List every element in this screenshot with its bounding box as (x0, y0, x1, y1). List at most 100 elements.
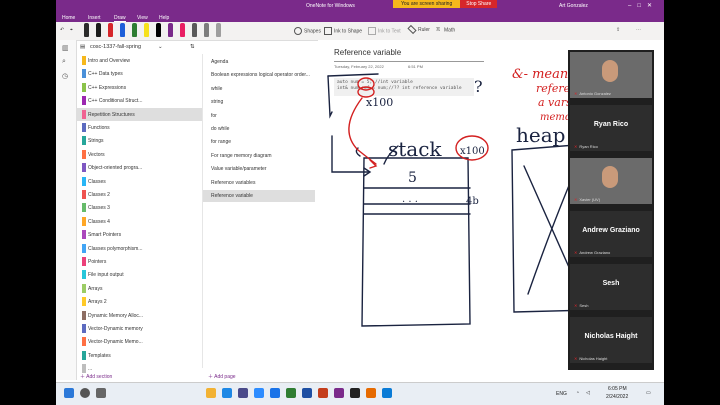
section-item[interactable]: Strings (76, 134, 202, 147)
file-explorer-icon[interactable] (206, 388, 216, 398)
zoom-icon[interactable] (254, 388, 264, 398)
page-item[interactable]: Agenda (211, 59, 228, 65)
section-item[interactable]: C++ Data types (76, 67, 202, 80)
undo-icon[interactable]: ↶ (60, 27, 64, 33)
participant-tile[interactable]: Xavier (UV) (570, 158, 652, 204)
pen-tool[interactable] (180, 23, 185, 37)
section-item[interactable]: C++ Expressions (76, 81, 202, 94)
section-item[interactable]: Vectors (76, 148, 202, 161)
search-icon[interactable]: ⌕ (62, 58, 70, 66)
ruler-button[interactable]: Ruler (407, 25, 430, 35)
clock-time[interactable]: 6:05 PM (608, 386, 627, 392)
pen-tool[interactable] (144, 23, 149, 37)
section-item[interactable]: Functions (76, 121, 202, 134)
menu-help[interactable]: Help (159, 15, 169, 21)
participant-tile[interactable]: Antonio Gonzalez (570, 52, 652, 98)
pen-tool[interactable] (168, 23, 173, 37)
menu-home[interactable]: Home (62, 15, 75, 21)
participant-tile[interactable]: Ryan Rico Ryan Rico (570, 105, 652, 151)
participant-tile[interactable]: Sesh Sesh (570, 264, 652, 310)
app-icon[interactable] (366, 388, 376, 398)
page-item[interactable]: For range memory diagram (211, 153, 272, 159)
section-item[interactable]: Classes (76, 175, 202, 188)
pen-tool[interactable] (84, 23, 89, 37)
start-icon[interactable] (64, 388, 74, 398)
pen-tool[interactable] (156, 23, 161, 37)
section-item[interactable]: Arrays (76, 282, 202, 295)
page-item[interactable]: Boolean expressions logical operator ord… (211, 72, 310, 78)
pen-tool[interactable] (120, 23, 125, 37)
more-icon[interactable]: ⋯ (636, 27, 641, 33)
clock-date[interactable]: 2/24/2022 (606, 394, 628, 400)
section-item[interactable]: Classes polymorphism... (76, 242, 202, 255)
menu-insert[interactable]: Insert (88, 15, 101, 21)
edge-icon[interactable] (222, 388, 232, 398)
excel-icon[interactable] (286, 388, 296, 398)
language-indicator[interactable]: ENG (556, 391, 567, 397)
pen-tool[interactable] (96, 23, 101, 37)
vscode-icon[interactable] (382, 388, 392, 398)
sort-icon[interactable]: ⇅ (190, 44, 195, 50)
section-item[interactable]: Classes 3 (76, 201, 202, 214)
teams-icon[interactable] (238, 388, 248, 398)
notebooks-icon[interactable]: ▥ (62, 44, 70, 52)
window-title: OneNote for Windows (306, 3, 355, 9)
participant-tile[interactable]: Nicholas Haight Nicholas Haight (570, 317, 652, 363)
section-item[interactable]: Smart Pointers (76, 228, 202, 241)
lasso-icon[interactable]: ⌖ (70, 27, 73, 33)
pen-tool[interactable] (108, 23, 113, 37)
wifi-icon[interactable]: ◔ (576, 390, 579, 396)
ink-to-text-button[interactable]: Ink to Text (368, 27, 401, 35)
section-item[interactable]: Pointers (76, 255, 202, 268)
add-section-button[interactable]: ＋ Add section (80, 373, 112, 380)
section-item[interactable]: Arrays 2 (76, 295, 202, 308)
page-item[interactable]: while (211, 86, 222, 92)
terminal-icon[interactable] (350, 388, 360, 398)
word-icon[interactable] (302, 388, 312, 398)
chrome-icon[interactable] (270, 388, 280, 398)
section-item[interactable]: Repetition Structures (76, 107, 202, 121)
section-item[interactable]: Dynamic Memory Alloc... (76, 309, 202, 322)
section-item[interactable]: Templates (76, 349, 202, 362)
section-item[interactable]: C++ Conditional Struct... (76, 94, 202, 107)
stop-share-button[interactable]: Stop Share (460, 0, 498, 8)
section-item[interactable]: Classes 4 (76, 215, 202, 228)
share-icon[interactable]: ⇪ (616, 27, 620, 33)
pen-tool[interactable] (192, 23, 197, 37)
onenote-icon[interactable] (334, 388, 344, 398)
page-item[interactable]: do while (211, 126, 229, 132)
add-page-button[interactable]: ＋ Add page (208, 373, 236, 380)
menu-draw[interactable]: Draw (114, 15, 126, 22)
recent-icon[interactable]: ◷ (62, 72, 70, 80)
section-item[interactable]: Intro and Overview (76, 54, 202, 67)
pen-tool[interactable] (216, 23, 221, 37)
section-item[interactable]: File input output (76, 268, 202, 281)
notification-icon[interactable]: ▭ (646, 390, 651, 396)
pen-tool[interactable] (204, 23, 209, 37)
participant-tile[interactable]: Andrew Graziano Andrew Graziano (570, 211, 652, 257)
page-item[interactable]: Reference variable (203, 190, 315, 202)
page-item[interactable]: Value variable/parameter (211, 166, 267, 172)
pen-tool[interactable] (132, 23, 137, 37)
section-item[interactable]: Classes 2 (76, 188, 202, 201)
ink-to-shape-button[interactable]: Ink to Shape (324, 27, 362, 35)
section-item[interactable]: Vector-Dynamic Memo... (76, 335, 202, 348)
volume-icon[interactable]: ◁ (586, 390, 590, 396)
notebook-header[interactable]: ▤ cosc-1337-fall-spring ⌄ ⇅ (76, 40, 202, 52)
page-item[interactable]: for range (211, 139, 231, 145)
window-controls[interactable]: –□✕ (628, 2, 658, 9)
page-item[interactable]: string (211, 99, 223, 105)
section-item[interactable]: Object-oriented progra... (76, 161, 202, 174)
section-color-tab (82, 190, 86, 199)
task-view-icon[interactable] (96, 388, 106, 398)
shapes-button[interactable]: Shapes (294, 27, 321, 35)
user-name[interactable]: Art Gonzalez (559, 3, 588, 9)
search-icon[interactable] (80, 388, 90, 398)
powerpoint-icon[interactable] (318, 388, 328, 398)
section-item[interactable]: Vector-Dynamic memory (76, 322, 202, 335)
menu-view[interactable]: View (137, 15, 148, 21)
section-color-tab (82, 96, 86, 106)
math-button[interactable]: π Math (436, 27, 455, 33)
page-item[interactable]: Reference variables (211, 180, 255, 186)
page-item[interactable]: for (211, 113, 217, 119)
